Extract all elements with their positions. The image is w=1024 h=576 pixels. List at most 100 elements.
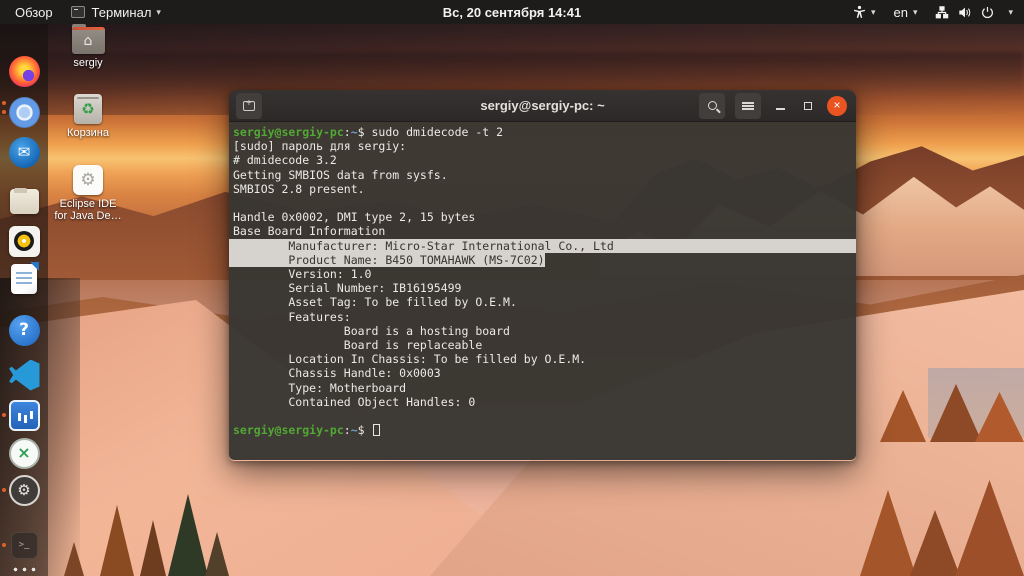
eclipse-icon: ⚙ [73, 165, 103, 195]
terminal-text: SMBIOS 2.8 present. [233, 181, 365, 196]
monitor-icon [8, 399, 40, 431]
settings-glyph: ⚙ [17, 480, 31, 499]
new-tab-button[interactable] [236, 92, 262, 119]
terminal-app-icon: >_ [10, 531, 38, 559]
dock: ✉? × ⚙ >_ [0, 24, 48, 576]
terminal-line: Type: Motherboard [233, 381, 856, 395]
minimize-icon [775, 108, 785, 110]
terminal-line: SMBIOS 2.8 present. [233, 182, 856, 196]
menu-button[interactable] [735, 92, 761, 119]
terminal-line: Board is a hosting board [233, 324, 856, 338]
maximize-button[interactable] [799, 97, 817, 115]
chevron-down-icon: ▾ [912, 6, 918, 17]
running-indicator-dot [2, 488, 6, 492]
terminal-text: Product Name: B450 TOMAHAWK (MS-7C02) [233, 252, 545, 267]
terminal-line: [sudo] пароль для sergiy: [233, 139, 856, 153]
dock-item-monitor[interactable] [2, 399, 40, 431]
show-apps-icon [10, 564, 38, 576]
dock-item-firefox[interactable] [8, 55, 40, 87]
trash-glyph: ♻ [81, 99, 95, 118]
terminal-cursor [372, 424, 380, 437]
terminal-line: Version: 1.0 [233, 267, 856, 281]
dock-item-help[interactable]: ? [8, 314, 40, 346]
dock-item-rhythmbox[interactable] [8, 225, 40, 257]
desktop-icon-label: Корзина [67, 127, 109, 139]
terminal-line: sergiy@sergiy-pc:~$ sudo dmidecode -t 2 [233, 125, 856, 139]
home-folder-icon: ⌂ [71, 24, 105, 54]
volume-icon [958, 6, 972, 19]
app-menu[interactable]: Терминал ▾ [62, 0, 170, 24]
keyboard-layout-label: en [893, 4, 908, 20]
running-indicator-dot [2, 543, 6, 547]
rhythmbox-icon [8, 225, 40, 257]
terminal-titlebar[interactable]: sergiy@sergiy-pc: ~ × [229, 90, 856, 122]
writer-icon [11, 262, 39, 294]
terminal-text: $ sudo dmidecode -t 2 [357, 125, 504, 139]
maximize-icon [804, 101, 812, 110]
trash-icon: ♻ [74, 94, 102, 124]
terminal-text: Board is replaceable [233, 338, 483, 353]
terminal-line: Location In Chassis: To be filled by O.E… [233, 352, 856, 366]
dock-item-thunderbird[interactable]: ✉ [8, 136, 40, 168]
desktop-icon-home-folder[interactable]: ⌂ sergiy [57, 24, 119, 69]
terminal-app-glyph: >_ [18, 539, 30, 550]
dock-item-show-apps[interactable] [8, 562, 40, 576]
dock-item-sync[interactable]: × [8, 437, 40, 469]
network-icon [935, 5, 949, 19]
new-tab-icon [243, 98, 255, 111]
terminal-text: : [343, 423, 351, 438]
terminal-line: Features: [233, 310, 856, 324]
search-button[interactable] [699, 92, 725, 119]
terminal-text: Base Board Information [233, 224, 386, 239]
terminal-text: Contained Object Handles: 0 [233, 394, 476, 409]
minimize-button[interactable] [771, 97, 789, 115]
activities-button[interactable]: Обзор [6, 0, 62, 24]
terminal-text: Handle 0x0002, DMI type 2, 15 bytes [233, 210, 476, 225]
desktop-icon-trash[interactable]: ♻ Корзина [57, 94, 119, 139]
terminal-text: ~ [350, 423, 358, 438]
dock-item-chromium[interactable] [2, 96, 40, 128]
help-glyph: ? [19, 319, 29, 340]
terminal-line: Contained Object Handles: 0 [233, 395, 856, 409]
dock-item-writer[interactable] [8, 262, 40, 295]
terminal-line: Getting SMBIOS data from sysfs. [233, 168, 856, 182]
help-icon: ? [8, 314, 40, 346]
clock[interactable]: Вс, 20 сентября 14:41 [434, 0, 590, 24]
terminal-line: Product Name: B450 TOMAHAWK (MS-7C02) [233, 252, 856, 267]
terminal-text: Features: [233, 309, 351, 324]
thunderbird-icon: ✉ [8, 136, 40, 168]
terminal-line: # dmidecode 3.2 [233, 153, 856, 167]
desktop-icon-label: sergiy [73, 57, 103, 69]
desktop-icon-label: Eclipse IDE [59, 198, 117, 210]
chromium-icon [8, 96, 40, 128]
desktop-icon-eclipse[interactable]: ⚙ Eclipse IDE for Java De… [54, 165, 122, 222]
terminal-line: sergiy@sergiy-pc:~$ [233, 423, 856, 437]
dock-item-settings[interactable]: ⚙ [2, 474, 40, 506]
terminal-text: : [343, 125, 351, 139]
close-button[interactable]: × [827, 95, 847, 116]
eclipse-glyph: ⚙ [80, 169, 96, 190]
accessibility-menu[interactable]: ▾ [844, 0, 885, 24]
chevron-down-icon: ▾ [156, 6, 161, 17]
terminal-text: Serial Number: IB16195499 [233, 281, 462, 296]
sync-icon: × [8, 437, 40, 469]
running-indicator-dot [2, 110, 6, 114]
thunderbird-glyph: ✉ [17, 142, 31, 161]
accessibility-icon [853, 5, 866, 19]
terminal-line: Handle 0x0002, DMI type 2, 15 bytes [233, 210, 856, 224]
home-folder-glyph: ⌂ [83, 32, 93, 49]
terminal-text: sergiy@sergiy-pc [233, 423, 344, 438]
running-indicator-dot [2, 101, 6, 105]
keyboard-layout-menu[interactable]: en ▾ [884, 0, 926, 24]
system-menu[interactable]: ▾ [926, 0, 1022, 24]
dock-item-files[interactable] [8, 185, 40, 217]
dock-item-vscode[interactable] [8, 359, 40, 391]
dock-item-terminal-app[interactable]: >_ [2, 529, 40, 561]
terminal-line: Serial Number: IB16195499 [233, 281, 856, 295]
terminal-content[interactable]: sergiy@sergiy-pc:~$ sudo dmidecode -t 2[… [229, 122, 856, 460]
settings-icon: ⚙ [8, 474, 40, 506]
terminal-window: sergiy@sergiy-pc: ~ × [229, 90, 856, 461]
power-icon [981, 6, 994, 19]
